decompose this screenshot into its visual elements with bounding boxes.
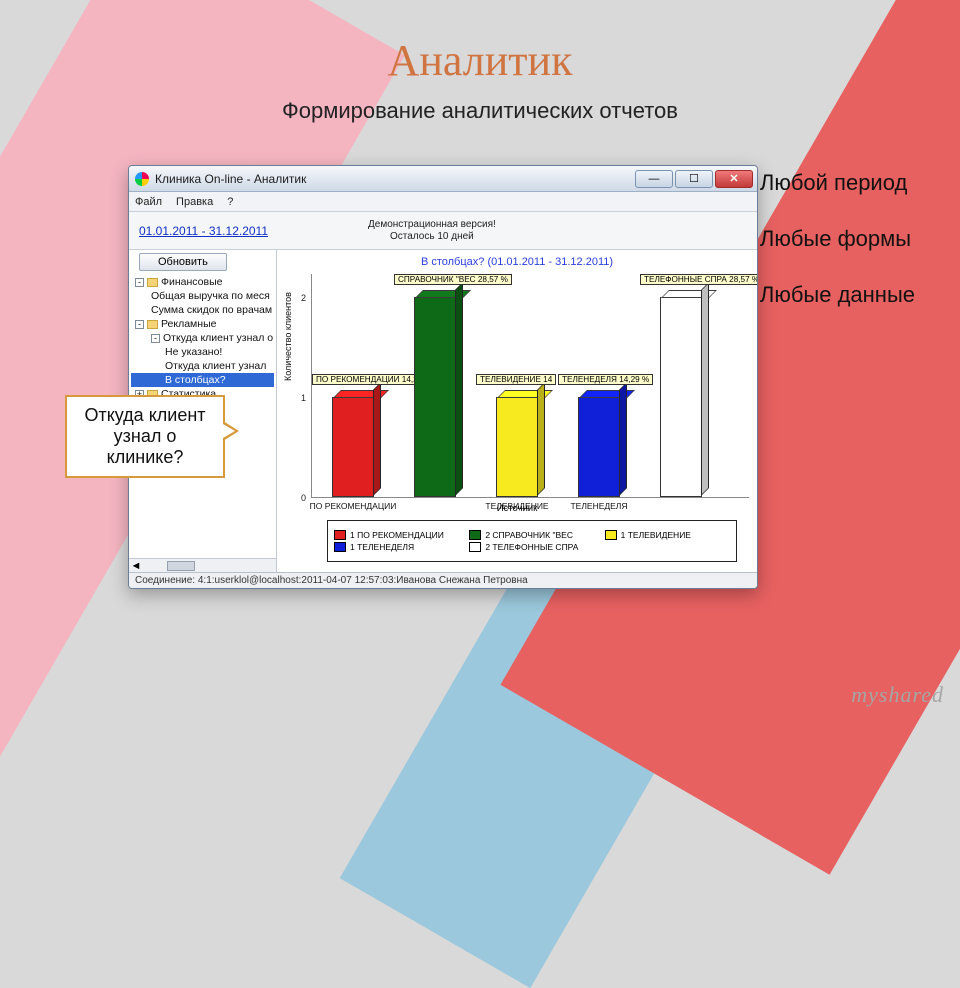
bar-annotation: ТЕЛЕНЕДЕЛЯ 14,29 % xyxy=(558,374,653,385)
chart-pane: В столбцах? (01.01.2011 - 31.12.2011) Ко… xyxy=(277,250,757,572)
watermark: myshared xyxy=(851,682,944,708)
tree-node[interactable]: Сумма скидок по врачам xyxy=(131,303,274,317)
legend-item: 2 ТЕЛЕФОННЫЕ СПРА xyxy=(469,542,594,552)
report-tree[interactable]: -Финансовые Общая выручка по меся Сумма … xyxy=(129,271,276,405)
bar xyxy=(414,297,456,497)
side-captions: Любой период Любые формы Любые данные xyxy=(760,170,915,338)
folder-icon xyxy=(147,278,158,287)
slide-subtitle: Формирование аналитических отчетов xyxy=(0,98,960,124)
y-tick: 2 xyxy=(301,293,306,303)
bar xyxy=(496,397,538,497)
caption-data: Любые данные xyxy=(760,282,915,308)
menu-edit[interactable]: Правка xyxy=(176,196,213,208)
folder-icon xyxy=(147,320,158,329)
app-window: Клиника On-line - Аналитик — ☐ ✕ Файл Пр… xyxy=(128,165,758,589)
toolbar: 01.01.2011 - 31.12.2011 Демонстрационная… xyxy=(129,212,757,250)
minimize-button[interactable]: — xyxy=(635,170,673,188)
menu-help[interactable]: ? xyxy=(227,196,233,208)
menubar: Файл Правка ? xyxy=(129,192,757,212)
bar-annotation: СПРАВОЧНИК "ВЕС 28,57 % xyxy=(394,274,512,285)
sidebar-scrollbar[interactable]: ◄ xyxy=(129,558,276,572)
chart-title: В столбцах? (01.01.2011 - 31.12.2011) xyxy=(277,256,757,268)
legend-item: 1 ПО РЕКОМЕНДАЦИИ xyxy=(334,530,459,540)
y-tick: 0 xyxy=(301,493,306,503)
maximize-button[interactable]: ☐ xyxy=(675,170,713,188)
callout-arrow-icon xyxy=(223,421,239,441)
legend: 1 ПО РЕКОМЕНДАЦИИ 2 СПРАВОЧНИК "ВЕС 1 ТЕЛЕ… xyxy=(327,520,737,562)
plot-area: ПО РЕКОМЕНДАЦИИ 14,29 %ПО РЕКОМЕНДАЦИИСП… xyxy=(311,274,749,498)
app-icon xyxy=(135,172,149,186)
refresh-button[interactable]: Обновить xyxy=(139,253,227,271)
caption-period: Любой период xyxy=(760,170,915,196)
y-tick: 1 xyxy=(301,393,306,403)
tree-node[interactable]: Общая выручка по меся xyxy=(131,289,274,303)
window-title: Клиника On-line - Аналитик xyxy=(155,172,635,186)
status-bar: Соединение: 4:1:userklol@localhost:2011-… xyxy=(129,572,757,589)
tree-node-selected[interactable]: В столбцах? xyxy=(131,373,274,387)
bar xyxy=(660,297,702,497)
legend-item: 1 ТЕЛЕВИДЕНИЕ xyxy=(605,530,730,540)
demo-notice: Демонстрационная версия! Осталось 10 дне… xyxy=(368,219,496,243)
y-axis-label: Количество клиентов xyxy=(283,292,293,381)
date-range-link[interactable]: 01.01.2011 - 31.12.2011 xyxy=(139,224,268,238)
tree-node-finance[interactable]: -Финансовые xyxy=(131,275,274,289)
slide-title: Аналитик xyxy=(0,35,960,86)
tree-node-adv[interactable]: -Рекламные xyxy=(131,317,274,331)
titlebar[interactable]: Клиника On-line - Аналитик — ☐ ✕ xyxy=(129,166,757,192)
callout-text: Откуда клиент узнал о клинике? xyxy=(84,405,205,467)
menu-file[interactable]: Файл xyxy=(135,196,162,208)
bar xyxy=(578,397,620,497)
demo-line1: Демонстрационная версия! xyxy=(368,219,496,231)
scroll-thumb[interactable] xyxy=(167,561,195,571)
callout-box: Откуда клиент узнал о клинике? xyxy=(65,395,225,478)
scroll-left-icon[interactable]: ◄ xyxy=(129,560,143,572)
bar xyxy=(332,397,374,497)
close-button[interactable]: ✕ xyxy=(715,170,753,188)
bar-annotation: ТЕЛЕВИДЕНИЕ 14 xyxy=(476,374,556,385)
x-axis-label: Источник xyxy=(277,503,757,514)
caption-forms: Любые формы xyxy=(760,226,915,252)
legend-item: 2 СПРАВОЧНИК "ВЕС xyxy=(469,530,594,540)
legend-item: 1 ТЕЛЕНЕДЕЛЯ xyxy=(334,542,459,552)
bar-annotation: ТЕЛЕФОННЫЕ СПРА 28,57 % xyxy=(640,274,758,285)
tree-node[interactable]: Откуда клиент узнал xyxy=(131,359,274,373)
tree-node[interactable]: Не указано! xyxy=(131,345,274,359)
tree-node[interactable]: -Откуда клиент узнал о к xyxy=(131,331,274,345)
demo-line2: Осталось 10 дней xyxy=(368,231,496,243)
